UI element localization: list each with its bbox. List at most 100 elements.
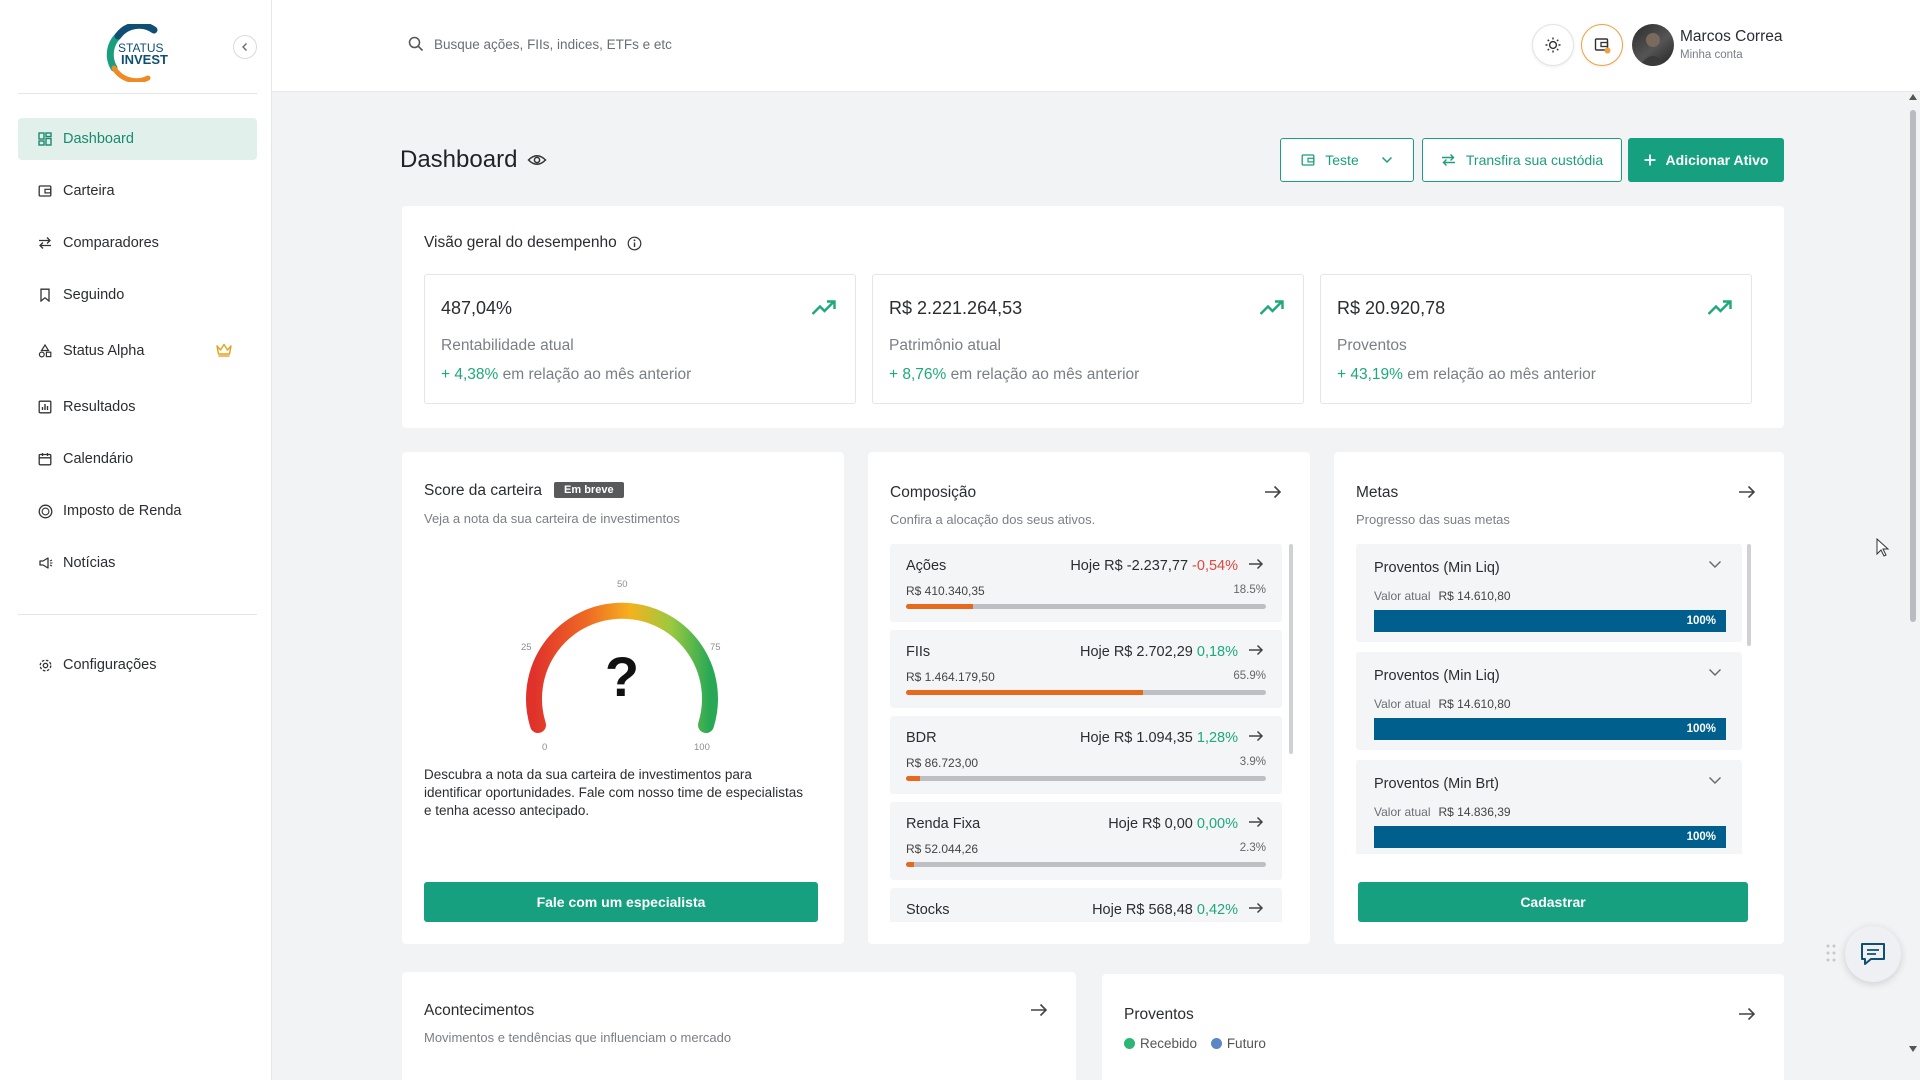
today-prefix: Hoje	[1079, 730, 1110, 746]
arrow-right-icon[interactable]	[1248, 644, 1264, 656]
chevron-down-icon[interactable]	[1708, 560, 1722, 569]
asset-class-amount: R$ 52.044,26	[906, 842, 979, 856]
asset-class-amount: R$ 86.723,00	[906, 756, 979, 770]
arrow-right-icon[interactable]	[1248, 816, 1264, 828]
composition-item-fiis[interactable]: FIIs Hoje R$ 2.702,29 0,18% R$ 1.464.179…	[890, 630, 1282, 708]
sidebar-item-dashboard[interactable]: Dashboard	[18, 118, 257, 160]
score-title: Score da carteira Em breve	[424, 482, 624, 500]
legend-future[interactable]: Futuro	[1210, 1036, 1266, 1051]
sidebar-item-configuracoes[interactable]: Configurações	[18, 644, 257, 686]
today-change: Hoje R$ 0,00 0,00%	[1108, 816, 1238, 832]
composition-item-acoes[interactable]: Ações Hoje R$ -2.237,77 -0,54% R$ 410.34…	[890, 544, 1282, 622]
theme-toggle-button[interactable]	[1532, 24, 1574, 66]
page-scrollbar-thumb[interactable]	[1910, 110, 1916, 622]
asset-class-name: Renda Fixa	[906, 816, 981, 832]
composition-scrollbar[interactable]	[1289, 544, 1293, 754]
arrow-right-icon[interactable]	[1248, 558, 1264, 570]
chat-bubble-icon	[1861, 943, 1885, 965]
trending-up-icon	[1259, 300, 1284, 315]
kpi-delta-suffix: em relação ao mês anterior	[502, 366, 692, 383]
asset-class-name: FIIs	[906, 644, 931, 660]
today-percent: 0,00%	[1196, 816, 1238, 832]
trending-up-icon	[1707, 300, 1732, 315]
scroll-down-icon[interactable]	[1909, 1046, 1917, 1052]
goal-current-value: Valor atual R$ 14.836,39	[1374, 805, 1511, 819]
chevron-down-icon[interactable]	[1708, 668, 1722, 677]
crown-icon	[215, 342, 233, 362]
eye-icon[interactable]	[527, 153, 547, 167]
composition-item-bdr[interactable]: BDR Hoje R$ 1.094,35 1,28% R$ 86.723,00 …	[890, 716, 1282, 794]
status-invest-logo[interactable]: STATUS INVEST	[102, 21, 174, 84]
goal-current-label: Valor atual	[1374, 697, 1431, 711]
arrow-right-icon[interactable]	[1030, 1003, 1048, 1017]
swap-arrows-icon	[37, 235, 53, 251]
sidebar-item-imposto-de-renda[interactable]: Imposto de Renda	[18, 490, 257, 532]
goals-scrollbar[interactable]	[1747, 544, 1751, 646]
goal-item[interactable]: Proventos (Min Liq) Valor atual R$ 14.610…	[1356, 652, 1742, 750]
scroll-up-icon[interactable]	[1909, 94, 1917, 100]
today-change: Hoje R$ 2.702,29 0,18%	[1080, 644, 1238, 660]
chat-button[interactable]	[1845, 926, 1901, 982]
transfer-custody-button[interactable]: Transfira sua custódia	[1422, 138, 1622, 182]
swap-arrows-icon	[1441, 154, 1455, 166]
arrow-right-icon[interactable]	[1248, 730, 1264, 742]
goal-item[interactable]: Proventos (Min Liq) Valor atual R$ 14.610…	[1356, 544, 1742, 642]
wallet-button[interactable]	[1581, 24, 1623, 66]
avatar[interactable]	[1632, 24, 1674, 66]
sidebar-item-noticias[interactable]: Notícias	[18, 542, 257, 584]
gauge-tick-100: 100	[694, 742, 710, 753]
today-change: Hoje R$ 1.094,35 1,28%	[1080, 730, 1238, 746]
page-scrollbar[interactable]	[1906, 92, 1920, 1080]
score-subtitle: Veja a nota da sua carteira de investime…	[424, 511, 680, 526]
search-bar[interactable]	[408, 36, 834, 52]
goal-item[interactable]: Proventos (Min Brt) Valor atual R$ 14.836…	[1356, 760, 1742, 854]
sidebar-item-resultados[interactable]: Resultados	[18, 386, 257, 428]
arrow-right-icon[interactable]	[1264, 485, 1282, 499]
register-goal-button[interactable]: Cadastrar	[1358, 882, 1748, 922]
info-icon[interactable]	[627, 236, 642, 251]
arrow-right-icon[interactable]	[1248, 902, 1264, 914]
composition-item-renda-fixa[interactable]: Renda Fixa Hoje R$ 0,00 0,00% R$ 52.044,…	[890, 802, 1282, 880]
asset-class-name: Ações	[906, 558, 947, 574]
allocation-bar-fill	[906, 776, 921, 781]
score-title-text: Score da carteira	[424, 482, 543, 499]
sidebar-item-calendario[interactable]: Calendário	[18, 438, 257, 480]
goal-current-amount: R$ 14.836,39	[1438, 805, 1511, 819]
today-percent: 0,42%	[1196, 902, 1238, 918]
goal-progress-bar: 100%	[1374, 718, 1726, 740]
search-input[interactable]	[434, 36, 834, 52]
today-value: R$ 2.702,29	[1113, 644, 1193, 660]
goal-current-amount: R$ 14.610,80	[1438, 589, 1511, 603]
sidebar-item-seguindo[interactable]: Seguindo	[18, 274, 257, 316]
events-title: Acontecimentos	[424, 1002, 535, 1019]
asset-class-share: 65.9%	[1233, 670, 1266, 682]
kpi-delta-suffix: em relação ao mês anterior	[950, 366, 1140, 383]
arrow-right-icon[interactable]	[1738, 1007, 1756, 1021]
kpi-delta-value: + 8,76%	[889, 366, 947, 383]
composition-item-stocks[interactable]: Stocks Hoje R$ 568,48 0,42%	[890, 888, 1282, 922]
arrow-right-icon[interactable]	[1738, 485, 1756, 499]
sidebar-item-comparadores[interactable]: Comparadores	[18, 222, 257, 264]
add-asset-button[interactable]: Adicionar Ativo	[1628, 138, 1784, 182]
talk-to-specialist-button[interactable]: Fale com um especialista	[424, 882, 818, 922]
sidebar-item-carteira[interactable]: Carteira	[18, 170, 257, 212]
goal-progress-fill: 100%	[1374, 610, 1726, 632]
user-account-link[interactable]: Minha conta	[1680, 49, 1743, 61]
search-icon	[408, 36, 424, 52]
allocation-bar	[906, 862, 1266, 867]
user-name[interactable]: Marcos Correa	[1680, 28, 1783, 46]
events-subtitle: Movimentos e tendências que influenciam …	[424, 1030, 732, 1045]
sidebar-item-status-alpha[interactable]: Status Alpha	[18, 330, 257, 372]
wallet-select[interactable]: Teste	[1280, 138, 1414, 182]
today-percent: -0,54%	[1192, 558, 1238, 574]
goal-name: Proventos (Min Brt)	[1374, 776, 1499, 792]
chevron-down-icon[interactable]	[1708, 776, 1722, 785]
drag-handle-icon[interactable]	[1826, 944, 1836, 962]
legend-received[interactable]: Recebido	[1124, 1036, 1197, 1051]
collapse-sidebar-button[interactable]	[233, 35, 257, 59]
gauge-tick-25: 25	[521, 642, 532, 653]
goal-progress-label: 100%	[1686, 831, 1716, 843]
coming-soon-badge: Em breve	[554, 482, 624, 498]
composition-title: Composição	[890, 484, 977, 501]
add-asset-label: Adicionar Ativo	[1665, 152, 1769, 168]
